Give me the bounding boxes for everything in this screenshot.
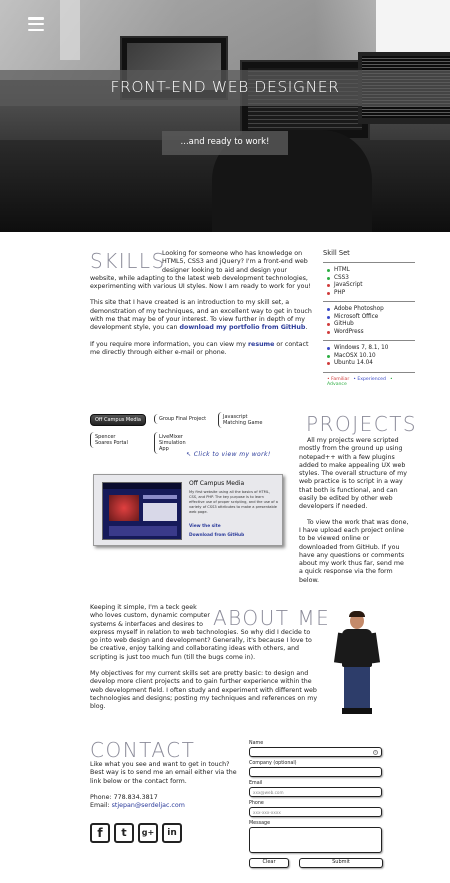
phone-field[interactable]: xxx-xxx-xxxx <box>249 807 382 817</box>
projects-paragraph: All my projects were scripted mostly fro… <box>299 437 408 511</box>
skill-level-dot-icon <box>327 269 330 272</box>
skill-set-heading: Skill Set <box>323 249 415 263</box>
projects-paragraph: To view the work that was done, I have u… <box>299 518 409 584</box>
skill-item: GitHub <box>327 321 415 329</box>
contact-text: Like what you see and want to get in tou… <box>90 761 238 810</box>
project-tabs: Off Campus Media Group Final Project Jav… <box>90 412 280 472</box>
hero-window <box>376 0 450 54</box>
skill-level-dot-icon <box>327 362 330 365</box>
email-link[interactable]: stjepan@serdeljac.com <box>112 802 185 809</box>
skills-paragraph: If you require more information, you can… <box>90 340 309 356</box>
tab-spencer-soares-portal[interactable]: Spencer Soares Portal <box>90 432 134 448</box>
hero-lamp <box>60 0 80 60</box>
download-github-link[interactable]: Download from GitHub <box>189 533 244 538</box>
phone-label: Phone <box>249 801 264 806</box>
tab-off-campus-media[interactable]: Off Campus Media <box>90 414 146 426</box>
clear-button[interactable]: Clear <box>249 858 289 868</box>
project-screenshot[interactable] <box>102 482 182 540</box>
company-field[interactable] <box>249 767 382 777</box>
skill-level-dot-icon <box>327 308 330 311</box>
skill-level-dot-icon <box>327 284 330 287</box>
projects-text: All my projects were scripted mostly fro… <box>299 437 409 592</box>
legend-item: • Familiar <box>327 376 350 382</box>
skill-group: Windows 7, 8.1, 10 MacOSX 10.10 Ubuntu 14.… <box>323 341 415 373</box>
skill-level-dot-icon <box>327 276 330 280</box>
skills-paragraph: This site that I have created is an intr… <box>90 299 312 332</box>
skill-item: Windows 7, 8.1, 10 <box>327 345 415 353</box>
skill-item: Adobe Photoshop <box>327 306 415 314</box>
message-label: Message <box>249 821 271 826</box>
company-label: Company (optional) <box>249 761 297 766</box>
email-field[interactable]: xxx@web.com <box>249 787 382 797</box>
twitter-icon[interactable]: t <box>114 823 134 843</box>
email-label: Email <box>249 781 263 786</box>
skill-item: CSS3 <box>327 275 415 283</box>
skill-item: WordPress <box>327 329 415 337</box>
message-field[interactable] <box>249 827 382 853</box>
facebook-icon[interactable]: f <box>90 823 110 843</box>
skills-text: Looking for someone who has knowledge on… <box>90 250 312 365</box>
skill-level-dot-icon <box>327 291 330 295</box>
skill-item: Ubuntu 14.04 <box>327 360 415 368</box>
contact-form: Name x Company (optional) Email xxx@web.… <box>249 741 384 857</box>
about-text: Keeping it simple, I'm a teck geek who l… <box>90 604 320 720</box>
skill-group: Adobe Photoshop Microsoft Office GitHub Wor… <box>323 302 415 341</box>
projects-heading: PROJECTS <box>306 412 418 436</box>
profile-photo <box>328 605 390 717</box>
skill-item: HTML <box>327 267 415 275</box>
tab-group-final-project[interactable]: Group Final Project <box>154 414 210 424</box>
clear-field-icon[interactable]: x <box>373 750 378 755</box>
contact-heading: CONTACT <box>90 738 196 762</box>
submit-button[interactable]: Submit <box>299 858 383 868</box>
resume-link[interactable]: resume <box>248 341 274 348</box>
hamburger-menu-icon[interactable] <box>28 17 44 32</box>
skill-level-dot-icon <box>327 330 330 334</box>
contact-paragraph: Like what you see and want to get in tou… <box>90 761 237 785</box>
hero-title: FRONT-END WEB DESIGNER <box>110 78 340 96</box>
skill-item: MacOSX 10.10 <box>327 353 415 361</box>
project-description: My first website using all the basics of… <box>189 490 278 514</box>
contact-phone: Phone: 778.834.3817 <box>90 793 158 801</box>
skill-set-panel: Skill Set HTML CSS3 JavaScript PHP Adobe Ph… <box>323 249 415 387</box>
skill-level-dot-icon <box>327 347 330 350</box>
skill-item: PHP <box>327 290 415 298</box>
about-paragraph: My objectives for my current skills set … <box>90 670 318 711</box>
skill-item: Microsoft Office <box>327 314 415 322</box>
contact-email-line: Email: stjepan@serdeljac.com <box>90 802 185 810</box>
project-card: Off Campus Media My first website using … <box>93 474 283 546</box>
portfolio-github-link[interactable]: download my portfolio from GitHub <box>180 324 306 331</box>
name-field[interactable]: x <box>249 747 382 757</box>
googleplus-icon[interactable]: g+ <box>138 823 158 843</box>
name-label: Name <box>249 741 264 746</box>
project-name: Off Campus Media <box>189 480 245 487</box>
legend-item: • Experienced <box>353 376 386 382</box>
hero-subtitle: ...and ready to work! <box>180 137 270 147</box>
skill-group: HTML CSS3 JavaScript PHP <box>323 263 415 302</box>
view-site-link[interactable]: View the site <box>189 524 221 529</box>
hero-banner <box>0 0 450 232</box>
skill-level-dot-icon <box>327 354 330 358</box>
linkedin-icon[interactable]: in <box>162 823 182 843</box>
click-to-view-note: ↖ Click to view my work! <box>186 451 271 458</box>
skill-item: JavaScript <box>327 282 415 290</box>
skill-legend: • Familiar • Experienced • Advance <box>323 373 415 387</box>
skill-level-dot-icon <box>327 323 330 326</box>
skill-level-dot-icon <box>327 315 330 319</box>
tab-javascript-matching-game[interactable]: Javascript Matching Game <box>218 412 268 428</box>
